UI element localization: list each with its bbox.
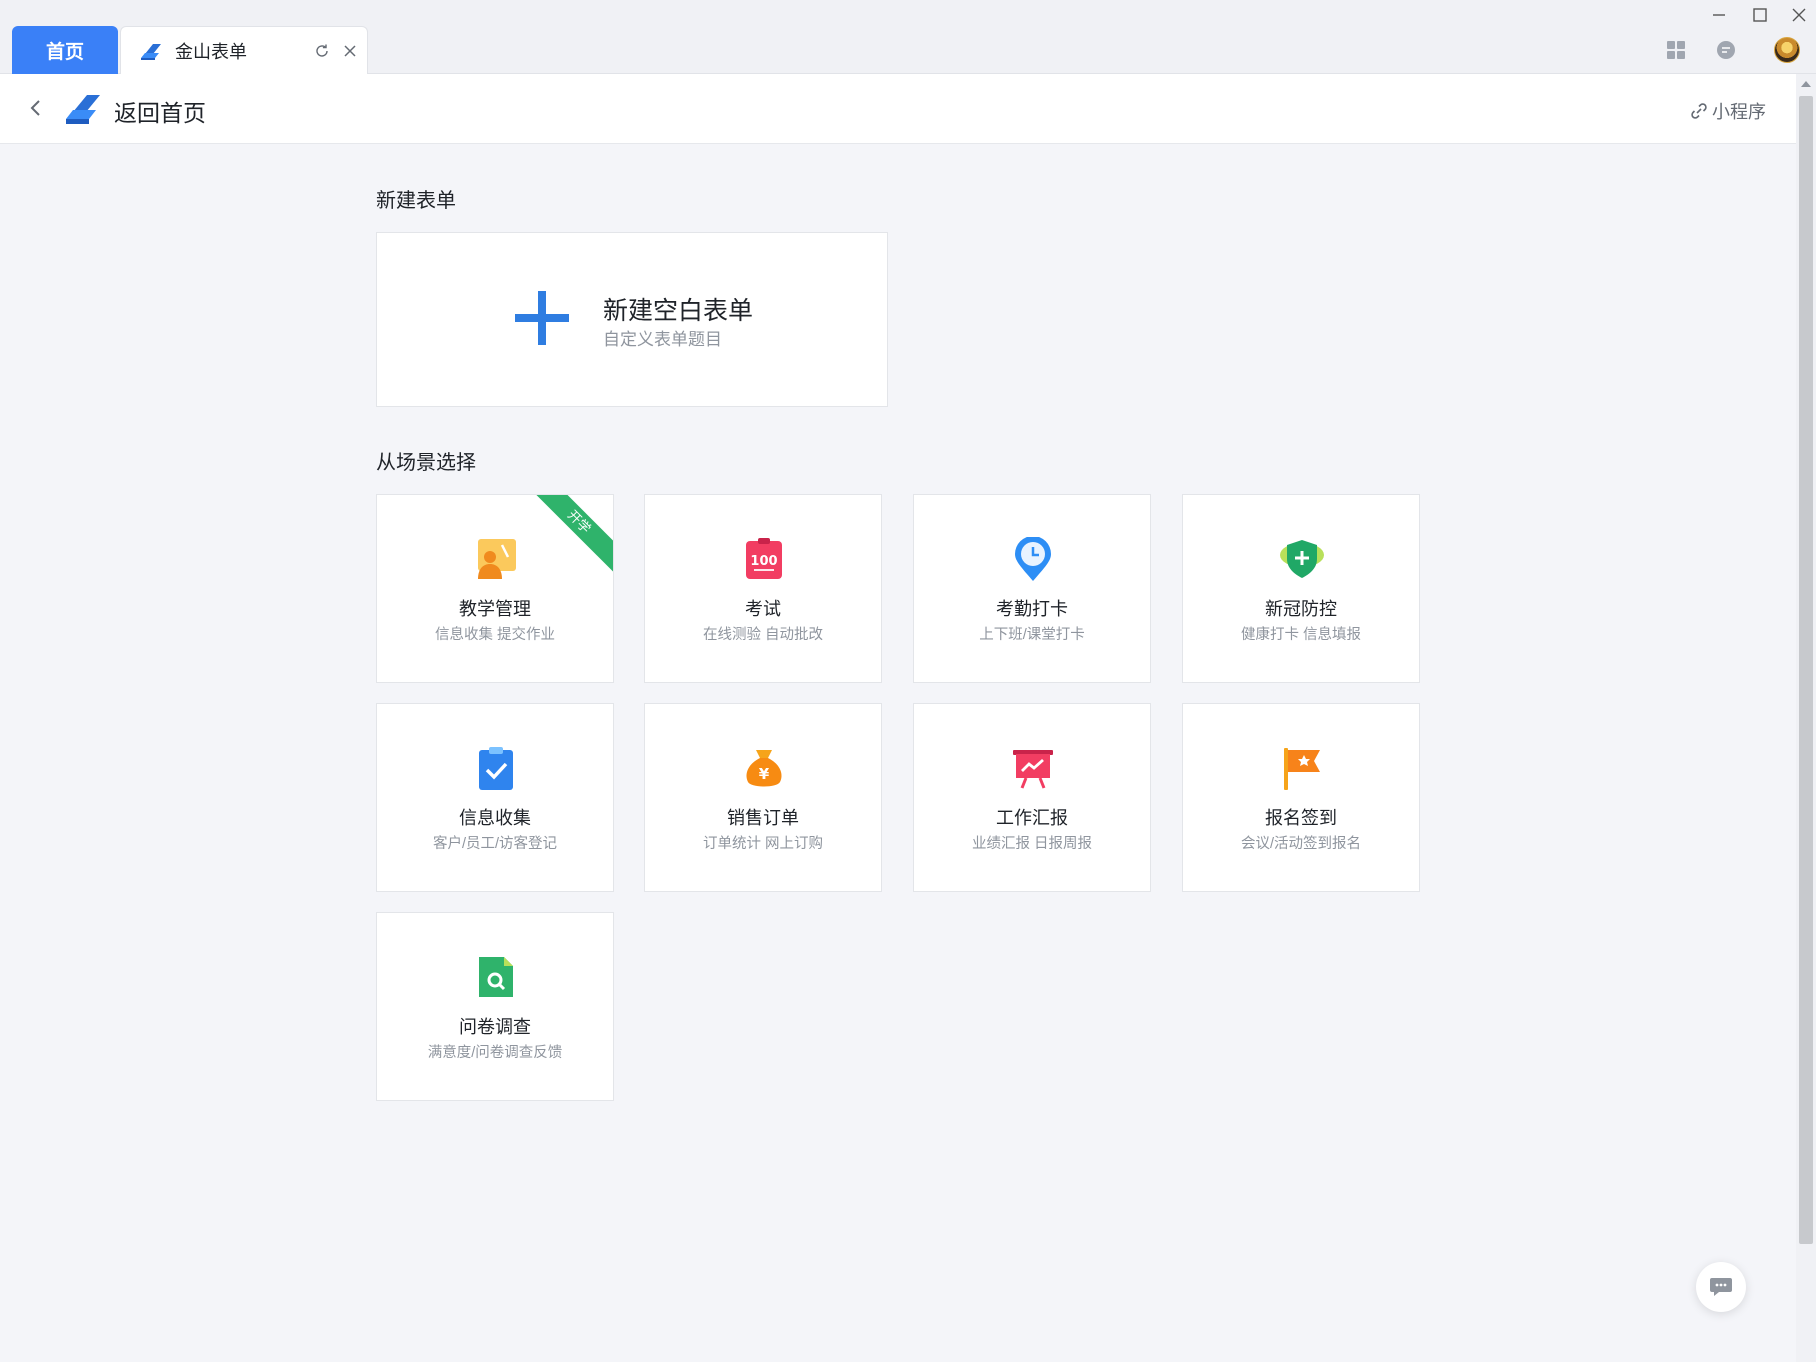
scene-card-title: 信息收集 bbox=[459, 808, 531, 828]
scene-card-title: 考勤打卡 bbox=[996, 599, 1068, 619]
scene-card-attendance[interactable]: 考勤打卡 上下班/课堂打卡 bbox=[913, 494, 1151, 683]
scene-section-title: 从场景选择 bbox=[376, 452, 476, 474]
scene-card-subtitle: 满意度/问卷调查反馈 bbox=[427, 1045, 563, 1061]
back-arrow-icon[interactable] bbox=[24, 96, 48, 120]
scene-card-title: 报名签到 bbox=[1265, 808, 1337, 828]
scene-card-subtitle: 健康打卡 信息填报 bbox=[1240, 627, 1362, 643]
refresh-icon[interactable] bbox=[311, 40, 333, 62]
mini-program-label: 小程序 bbox=[1712, 102, 1766, 122]
link-icon bbox=[1691, 103, 1707, 119]
page-header: 返回首页 小程序 bbox=[0, 74, 1796, 144]
new-blank-form-title: 新建空白表单 bbox=[603, 297, 754, 325]
scene-card-subtitle: 信息收集 提交作业 bbox=[434, 627, 556, 643]
scene-card-title: 考试 bbox=[745, 599, 781, 619]
minimize-icon[interactable] bbox=[1704, 4, 1734, 26]
clock-pin-icon bbox=[1015, 537, 1051, 581]
new-blank-form-subtitle: 自定义表单题目 bbox=[603, 330, 722, 349]
scene-card-title: 销售订单 bbox=[727, 808, 799, 828]
apps-grid-icon[interactable] bbox=[1664, 38, 1688, 62]
exam-icon: 100 bbox=[746, 538, 782, 579]
kingsoft-form-logo-icon bbox=[141, 44, 161, 60]
scene-card-subtitle: 订单统计 网上订购 bbox=[702, 836, 824, 852]
scene-card-signup[interactable]: 报名签到 会议/活动签到报名 bbox=[1182, 703, 1420, 892]
money-bag-symbol: ¥ bbox=[759, 765, 770, 783]
message-icon[interactable] bbox=[1714, 38, 1738, 62]
chat-bubble-icon bbox=[1710, 1278, 1732, 1296]
money-bag-icon: ¥ bbox=[746, 750, 782, 787]
scene-card-teaching[interactable]: 开学 教学管理 信息收集 提交作业 bbox=[376, 494, 614, 683]
exam-icon-score: 100 bbox=[750, 554, 777, 569]
scene-card-exam[interactable]: 100 考试 在线测验 自动批改 bbox=[644, 494, 882, 683]
tab-kingsoft-form[interactable]: 金山表单 bbox=[120, 26, 368, 75]
teaching-icon bbox=[478, 539, 516, 579]
scene-card-survey[interactable]: 问卷调查 满意度/问卷调查反馈 bbox=[376, 912, 614, 1101]
scene-card-title: 教学管理 bbox=[459, 599, 531, 619]
presentation-icon bbox=[1013, 750, 1053, 789]
scene-card-title: 工作汇报 bbox=[996, 808, 1068, 828]
close-window-icon[interactable] bbox=[1784, 4, 1814, 26]
user-avatar[interactable] bbox=[1774, 37, 1800, 63]
chat-support-button[interactable] bbox=[1696, 1262, 1746, 1312]
scene-card-subtitle: 在线测验 自动批改 bbox=[702, 627, 824, 643]
clipboard-check-icon bbox=[479, 747, 513, 790]
back-to-home-link[interactable]: 返回首页 bbox=[114, 94, 206, 128]
scene-card-info-collect[interactable]: 信息收集 客户/员工/访客登记 bbox=[376, 703, 614, 892]
close-tab-icon[interactable] bbox=[339, 40, 361, 62]
plus-icon bbox=[515, 291, 569, 345]
maximize-icon[interactable] bbox=[1745, 4, 1775, 26]
scene-card-title: 新冠防控 bbox=[1265, 599, 1337, 619]
flag-icon bbox=[1284, 748, 1320, 790]
kingsoft-form-logo-icon bbox=[66, 95, 100, 124]
tab-bar: 首页 金山表单 bbox=[0, 0, 1816, 75]
scroll-up-icon[interactable] bbox=[1800, 78, 1812, 90]
scene-card-sales-order[interactable]: ¥ 销售订单 订单统计 网上订购 bbox=[644, 703, 882, 892]
tab-home[interactable]: 首页 bbox=[12, 26, 118, 74]
new-blank-form-card[interactable]: 新建空白表单 自定义表单题目 bbox=[376, 232, 888, 407]
scene-card-work-report[interactable]: 工作汇报 业绩汇报 日报周报 bbox=[913, 703, 1151, 892]
scene-card-covid[interactable]: 新冠防控 健康打卡 信息填报 bbox=[1182, 494, 1420, 683]
ribbon-badge: 开学 bbox=[521, 495, 613, 580]
mini-program-button[interactable]: 小程序 bbox=[1690, 98, 1766, 124]
shield-plus-icon bbox=[1280, 540, 1324, 578]
scrollbar-thumb[interactable] bbox=[1799, 96, 1813, 1244]
scene-card-title: 问卷调查 bbox=[459, 1017, 531, 1037]
scene-card-subtitle: 客户/员工/访客登记 bbox=[432, 836, 558, 852]
document-search-icon bbox=[479, 957, 513, 997]
scene-card-subtitle: 会议/活动签到报名 bbox=[1240, 836, 1362, 852]
new-form-section-title: 新建表单 bbox=[376, 190, 456, 212]
scene-card-subtitle: 业绩汇报 日报周报 bbox=[971, 836, 1093, 852]
scene-card-subtitle: 上下班/课堂打卡 bbox=[979, 627, 1085, 643]
tab-title: 金山表单 bbox=[175, 42, 247, 62]
